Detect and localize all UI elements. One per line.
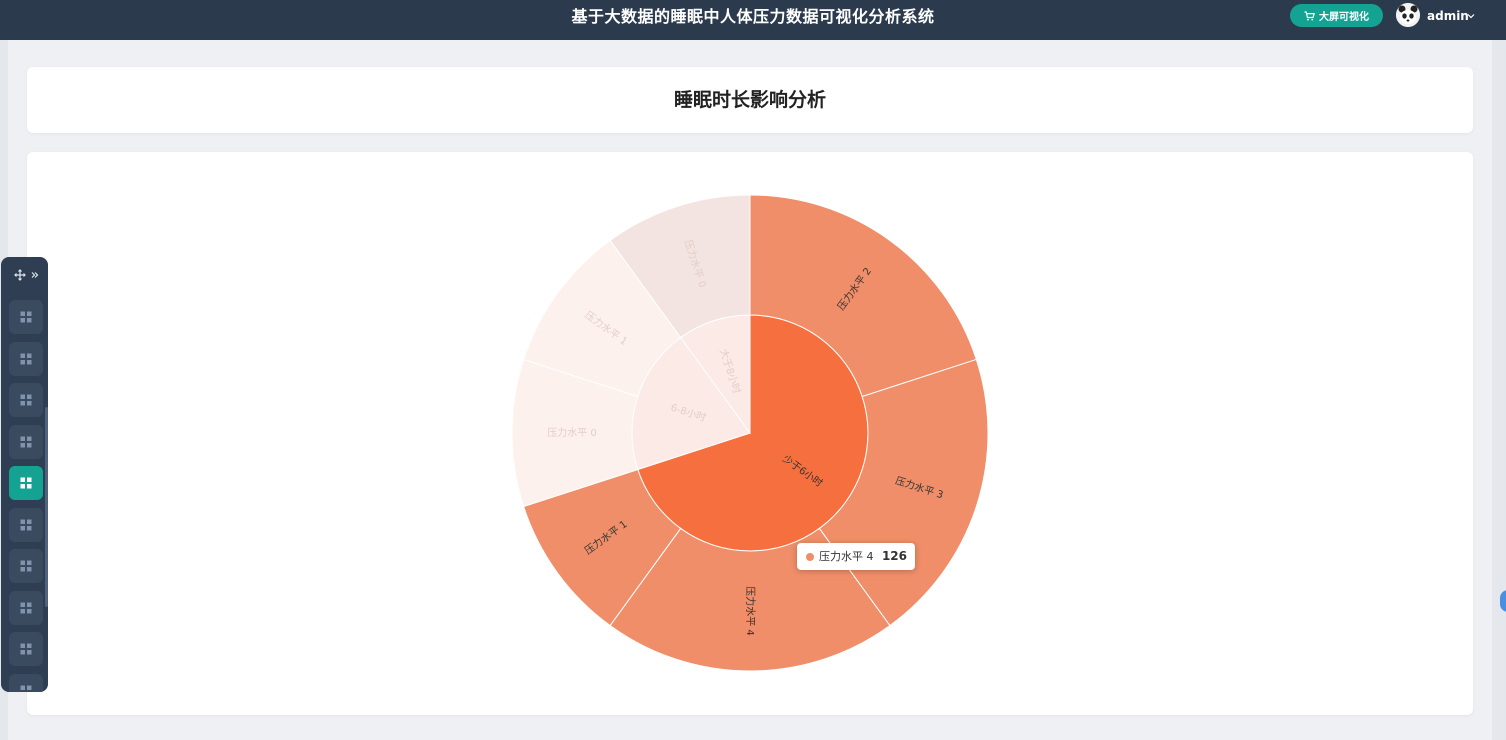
- grid-icon: [20, 643, 32, 655]
- tooltip-color-dot: [806, 553, 814, 561]
- toolbar-button-9[interactable]: [9, 632, 43, 666]
- sunburst-label-6-8小时-压力水平-0: 压力水平 0: [547, 426, 597, 439]
- grid-icon: [20, 311, 32, 323]
- grid-icon: [20, 685, 32, 692]
- bigscreen-visualization-button[interactable]: 大屏可视化: [1290, 4, 1383, 27]
- sunburst-chart[interactable]: 压力水平 2压力水平 3压力水平 4压力水平 1少于6小时压力水平 0压力水平 …: [27, 152, 1473, 715]
- page-title-card: 睡眠时长影响分析: [27, 67, 1473, 133]
- app-title: 基于大数据的睡眠中人体压力数据可视化分析系统: [571, 7, 935, 26]
- toolbar-button-7[interactable]: [9, 549, 43, 583]
- user-name[interactable]: admin: [1427, 6, 1469, 26]
- edge-float-button[interactable]: [1500, 590, 1506, 612]
- bigscreen-button-label: 大屏可视化: [1319, 12, 1369, 23]
- toolbar-button-8[interactable]: [9, 590, 43, 625]
- toolbar-button-4[interactable]: [9, 424, 43, 459]
- toolbar-button-5[interactable]: [9, 466, 43, 500]
- chevron-down-icon[interactable]: [1466, 11, 1476, 21]
- cart-icon: [1304, 10, 1315, 20]
- grid-icon: [20, 602, 32, 613]
- tooltip-value: 126: [881, 549, 907, 563]
- grid-icon: [20, 394, 32, 406]
- move-handle-icon[interactable]: [1, 265, 48, 285]
- grid-icon: [20, 560, 32, 572]
- grid-icon: [20, 519, 32, 530]
- toolbar-scrollbar[interactable]: [45, 407, 48, 607]
- toolbar-button-10[interactable]: [9, 673, 43, 692]
- chart-tooltip: 压力水平 4 126: [797, 543, 915, 570]
- top-navigation-bar: 基于大数据的睡眠中人体压力数据可视化分析系统 大屏可视化 admin: [0, 0, 1506, 40]
- toolbar-button-3[interactable]: [9, 383, 43, 417]
- page-title: 睡眠时长影响分析: [673, 89, 826, 111]
- grid-icon: [20, 477, 32, 489]
- grid-icon: [20, 436, 32, 447]
- floating-side-toolbar: [1, 257, 48, 692]
- user-avatar[interactable]: [1396, 3, 1420, 27]
- sunburst-label-少于6小时-压力水平-4: 压力水平 4: [744, 586, 757, 636]
- grid-icon: [20, 353, 32, 364]
- panda-avatar-icon: [1396, 3, 1420, 27]
- toolbar-button-1[interactable]: [9, 300, 43, 334]
- tooltip-label: 压力水平 4: [819, 550, 874, 563]
- content-frame-right: [1492, 40, 1506, 740]
- toolbar-button-2[interactable]: [9, 341, 43, 376]
- toolbar-button-6[interactable]: [9, 507, 43, 542]
- chart-card: 压力水平 2 压力水平 3 压力水平 4 压力水平 1 少于6小时 压力水平 0 压力水平 …: [27, 152, 1473, 715]
